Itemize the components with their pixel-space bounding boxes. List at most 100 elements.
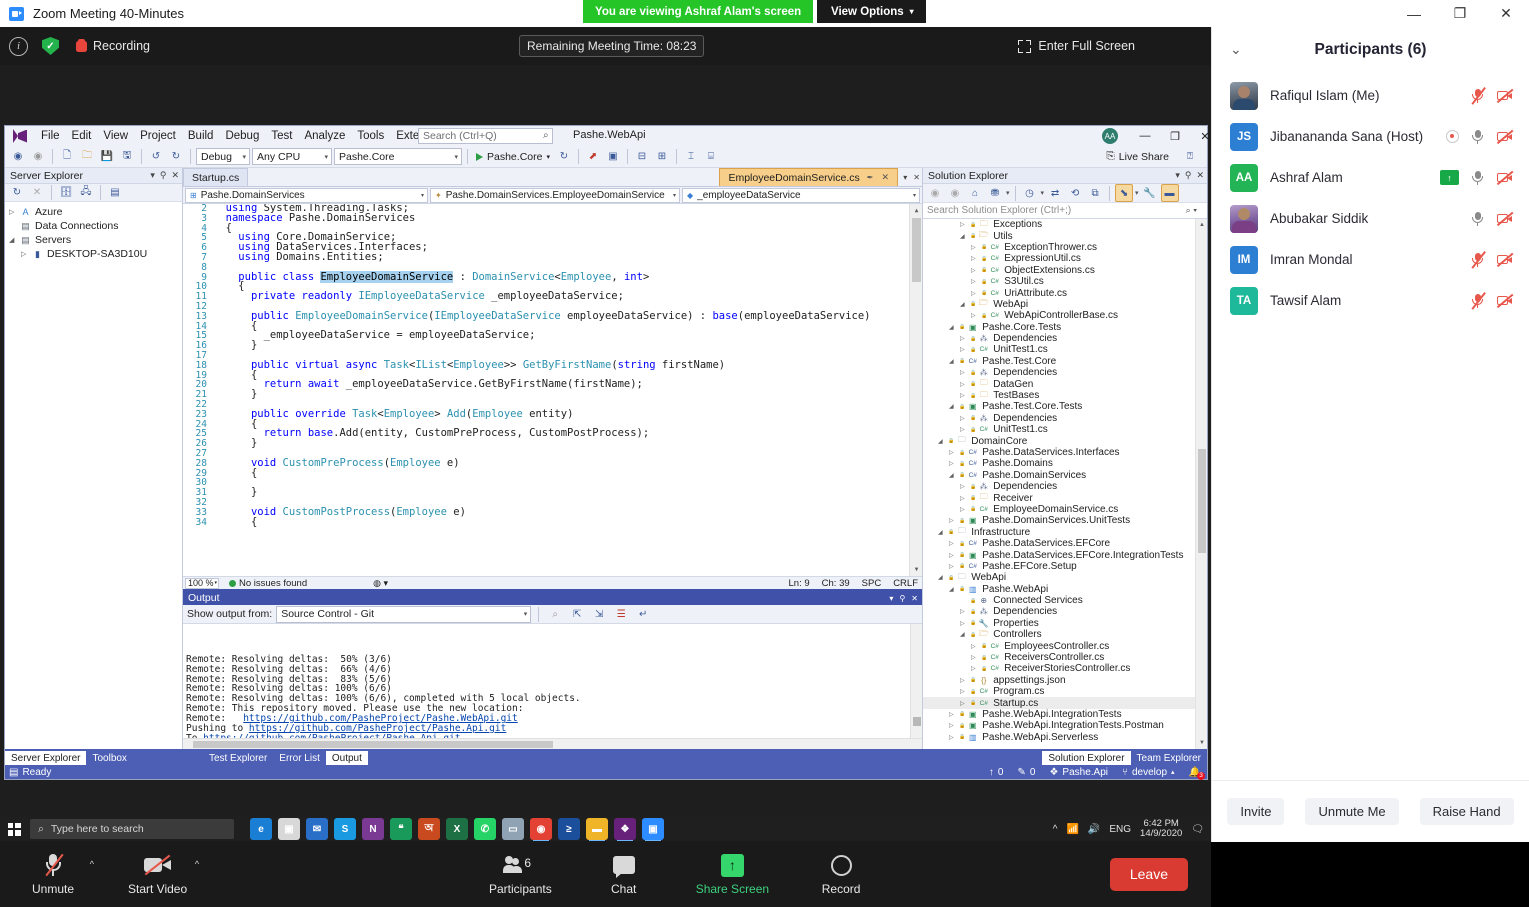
action-center-icon[interactable]: 🗨	[1191, 824, 1204, 835]
microphone-muted-icon[interactable]	[1469, 291, 1486, 310]
expand-arrow-icon[interactable]: ▷	[949, 563, 959, 570]
expand-arrow-icon[interactable]: ▷	[971, 244, 981, 251]
expand-arrow-icon[interactable]: ◢	[949, 586, 959, 593]
chevron-down-icon[interactable]: ▾	[1041, 189, 1045, 197]
tab-startup-cs[interactable]: Startup.cs	[183, 168, 249, 186]
solution-tree-node[interactable]: ▷ 🔒 🗀 DataGen	[923, 378, 1195, 389]
show-hidden-icons[interactable]: ^	[1053, 824, 1058, 835]
scroll-up-icon[interactable]: ▲	[1196, 219, 1207, 231]
invite-button[interactable]: Invite	[1227, 798, 1285, 825]
live-visual-tree-icon[interactable]: ▣	[604, 148, 622, 166]
forward-icon[interactable]: ◉	[946, 184, 964, 202]
solution-tree-node[interactable]: ◢ 🔒 🗁 WebApi	[923, 298, 1195, 310]
solution-tree-node[interactable]: ▷ 🔒 C# ObjectExtensions.cs	[923, 265, 1195, 276]
taskbar-file-explorer-icon[interactable]: ▬	[586, 818, 608, 841]
expand-arrow-icon[interactable]: ▷	[9, 208, 19, 216]
view-options-button[interactable]: View Options ▾	[817, 0, 926, 23]
solution-tree-node[interactable]: ▷ 🔒 ⁂ Dependencies	[923, 606, 1195, 617]
toggle-word-wrap-icon[interactable]: ↵	[634, 605, 652, 623]
solution-explorer-search[interactable]: Search Solution Explorer (Ctrl+;) ⌕ ▾	[923, 203, 1207, 219]
solution-tree-node[interactable]: ▷ 🔒 C# Pashe.DataServices.EFCore	[923, 538, 1195, 549]
solution-tree-node[interactable]: ▷ 🔒 C# ReceiversController.cs	[923, 652, 1195, 663]
expand-arrow-icon[interactable]: ▷	[949, 517, 959, 524]
navigate-backward-icon[interactable]: ◉	[9, 148, 27, 166]
pin-icon[interactable]: ⚲	[899, 594, 905, 603]
taskbar-onenote-icon[interactable]: N	[362, 818, 384, 840]
solution-tree-node[interactable]: ◢ 🔒 C# Pashe.DomainServices	[923, 470, 1195, 481]
taskbar-zoom-icon[interactable]: ▣	[642, 818, 664, 841]
dropdown-icon[interactable]: ▾	[150, 170, 155, 181]
preview-selected-items-icon[interactable]: ⬊	[1115, 184, 1134, 202]
expand-arrow-icon[interactable]: ▷	[971, 255, 981, 262]
microphone-muted-icon[interactable]	[1469, 250, 1486, 269]
scrollbar-thumb[interactable]	[193, 741, 553, 748]
solution-tree-node[interactable]: ◢ 🔒 🗀 WebApi	[923, 572, 1195, 583]
scroll-up-icon[interactable]: ▲	[910, 204, 922, 217]
expand-arrow-icon[interactable]: ◢	[949, 358, 959, 365]
dropdown-icon[interactable]: ▾	[1175, 170, 1180, 181]
expand-arrow-icon[interactable]: ◢	[949, 324, 959, 331]
language-indicator[interactable]: ENG	[1109, 824, 1131, 835]
solution-tree-node[interactable]: ▷ 🔒 C# UnitTest1.cs	[923, 344, 1195, 355]
menu-file[interactable]: File	[35, 128, 66, 144]
dock-tab-error-list[interactable]: Error List	[273, 751, 326, 765]
taskbar-book-reader-icon[interactable]: ▭	[502, 818, 524, 840]
expand-arrow-icon[interactable]: ▷	[960, 700, 970, 707]
solution-tree-node[interactable]: ▷ 🔒 🗀 TestBases	[923, 390, 1195, 401]
close-icon[interactable]: ✕	[911, 594, 918, 603]
expand-arrow-icon[interactable]: ▷	[960, 506, 970, 513]
solution-tree-node[interactable]: ▷ 🔒 ⁂ Dependencies	[923, 481, 1195, 492]
taskbar-powershell-icon[interactable]: ≥	[558, 818, 580, 840]
startup-project-select[interactable]: Pashe.Core	[334, 148, 462, 165]
build-platform-select[interactable]: Any CPU	[252, 148, 332, 165]
uncommitted-changes[interactable]: ✎ 0	[1017, 767, 1035, 778]
server-explorer-tree[interactable]: ▷ A Azure ▤ Data Connections ◢ ▤ Servers ▷ ▮ DESKT…	[5, 202, 182, 749]
expand-arrow-icon[interactable]: ▷	[949, 552, 959, 559]
expand-arrow-icon[interactable]: ▷	[960, 426, 970, 433]
find-message-icon[interactable]: ⌕	[546, 605, 564, 623]
dock-tab-toolbox[interactable]: Toolbox	[86, 751, 132, 765]
taskbar-search-input[interactable]: ⌕ Type here to search	[30, 819, 234, 839]
dropdown-icon[interactable]: ▾	[889, 594, 893, 603]
hot-reload-icon[interactable]: ↻	[555, 148, 573, 166]
solution-tree-node[interactable]: ◢ 🔒 ▣ Pashe.Core.Tests	[923, 322, 1195, 333]
connect-to-server-icon[interactable]: 🖧	[77, 184, 95, 202]
pending-changes-filter-icon[interactable]: ⛃	[986, 184, 1004, 202]
solution-tree-node[interactable]: ▷ 🔒 C# ExpressionUtil.cs	[923, 253, 1195, 264]
unmute-button[interactable]: Unmute ^	[24, 845, 94, 903]
expand-arrow-icon[interactable]: ▷	[960, 483, 970, 490]
repository-name[interactable]: ❖ Pashe.Api	[1049, 767, 1108, 778]
sync-with-active-document-icon[interactable]: ⇄	[1046, 184, 1064, 202]
solution-tree-node[interactable]: ▷ 🔒 C# EmployeeDomainService.cs	[923, 504, 1195, 515]
vs-minimize-button[interactable]: —	[1130, 126, 1160, 146]
solution-tree-node[interactable]: ▷ 🔒 🗀 Receiver	[923, 492, 1195, 503]
scroll-down-icon[interactable]: ▼	[910, 563, 922, 576]
undo-icon[interactable]: ↺	[147, 148, 165, 166]
expand-arrow-icon[interactable]: ◢	[9, 236, 19, 244]
solution-tree-node[interactable]: ▷ 🔒 C# Pashe.Domains	[923, 458, 1195, 469]
close-icon[interactable]: ✕	[171, 170, 179, 181]
taskbar-mail-3d-icon[interactable]: ✉	[306, 818, 328, 840]
participant-row[interactable]: Rafiqul Islam (Me)	[1212, 75, 1529, 116]
participants-button[interactable]: 6 Participants	[489, 845, 552, 903]
solution-tree-node[interactable]: ▷ 🔒 C# S3Util.cs	[923, 276, 1195, 287]
solution-tree-node[interactable]: ▷ 🔒 C# EmployeesController.cs	[923, 640, 1195, 652]
view-code-icon[interactable]: ▬	[1160, 184, 1179, 202]
solution-tree-node[interactable]: ▷ 🔒 ▣ Pashe.WebApi.IntegrationTests	[923, 709, 1195, 720]
properties-icon[interactable]: ▤	[106, 184, 124, 202]
connect-to-database-icon[interactable]: 🗄	[57, 184, 75, 202]
expand-arrow-icon[interactable]: ▷	[949, 540, 959, 547]
chat-button[interactable]: Chat	[595, 845, 653, 903]
participant-row[interactable]: IM Imran Mondal	[1212, 239, 1529, 280]
expand-arrow-icon[interactable]: ▷	[960, 677, 970, 684]
meeting-info-icon[interactable]: i	[9, 36, 28, 56]
taskbar-visual-studio-icon[interactable]: ❖	[614, 818, 636, 841]
expand-arrow-icon[interactable]: ◢	[960, 233, 970, 240]
output-source-select[interactable]: Source Control - Git	[276, 605, 532, 623]
expand-arrow-icon[interactable]: ▷	[949, 722, 959, 729]
expand-arrow-icon[interactable]: ▷	[949, 734, 959, 741]
close-icon[interactable]: ✕	[1196, 170, 1204, 181]
dock-tab-output[interactable]: Output	[325, 751, 368, 765]
solution-tree-node[interactable]: ◢ 🔒 🗀 DomainCore	[923, 435, 1195, 446]
solution-tree-node[interactable]: ◢ 🔒 ▥ Pashe.WebApi	[923, 584, 1195, 595]
